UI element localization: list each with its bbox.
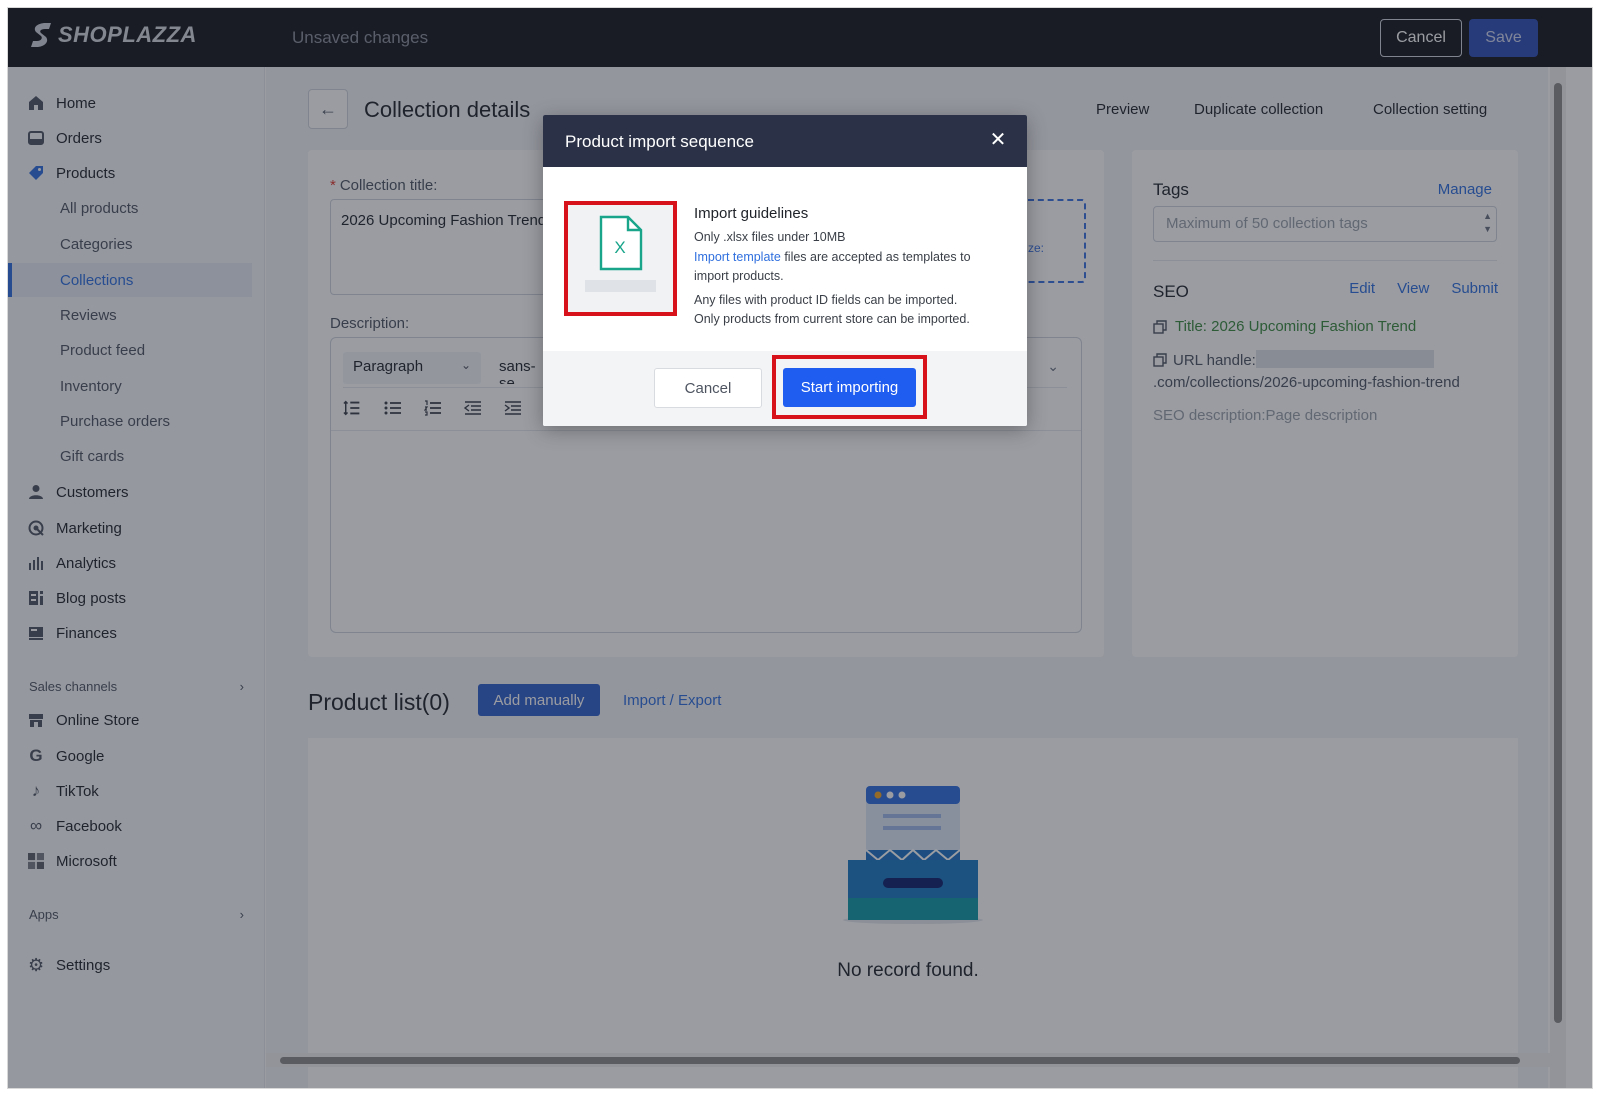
guidelines-title: Import guidelines bbox=[694, 205, 809, 222]
start-importing-button[interactable]: Start importing bbox=[783, 368, 916, 407]
guideline-line: Any files with product ID fields can be … bbox=[694, 292, 958, 307]
start-importing-highlight: Start importing bbox=[772, 355, 927, 419]
excel-file-icon: X bbox=[599, 215, 643, 271]
import-template-link[interactable]: Import template bbox=[694, 250, 781, 264]
guidelines-text: Only .xlsx files under 10MB Import templ… bbox=[694, 228, 994, 330]
guideline-line: Only products from current store can be … bbox=[694, 312, 970, 326]
modal-cancel-button[interactable]: Cancel bbox=[654, 368, 762, 408]
app-window: SHOPLAZZA Unsaved changes Cancel Save Ho… bbox=[7, 7, 1593, 1089]
close-icon[interactable]: ✕ bbox=[987, 129, 1009, 151]
file-icon-letter: X bbox=[614, 238, 625, 257]
guideline-line: Only .xlsx files under 10MB bbox=[694, 230, 846, 244]
modal-title: Product import sequence bbox=[565, 132, 754, 151]
modal-footer: Cancel Start importing bbox=[543, 351, 1027, 426]
redacted-file-name bbox=[585, 280, 656, 292]
import-modal: Product import sequence ✕ X Import guide… bbox=[543, 115, 1027, 426]
file-preview: X bbox=[564, 201, 677, 316]
modal-header: Product import sequence ✕ bbox=[543, 115, 1027, 167]
guideline-line: Import template files are accepted as te… bbox=[694, 248, 994, 287]
